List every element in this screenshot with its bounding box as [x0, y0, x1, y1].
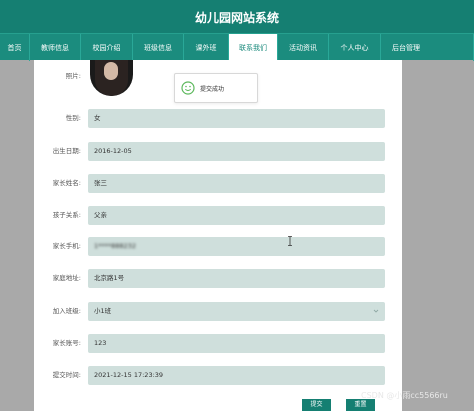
site-header: 幼儿园网站系统 首页 教师信息 校园介绍 班级信息 课外班 联系我们 活动资讯 … [0, 0, 474, 61]
account-field[interactable]: 123 [88, 334, 385, 353]
relationship-field[interactable]: 父亲 [88, 206, 385, 225]
smile-icon [181, 81, 195, 95]
parent-name-label: 家长姓名: [52, 179, 81, 187]
nav-item-home[interactable]: 首页 [0, 34, 30, 61]
nav-item-news[interactable]: 活动资讯 [278, 34, 329, 61]
form-row-class: 加入班级: 小1班 [34, 302, 402, 321]
gender-label: 性别: [65, 114, 81, 122]
form-row-account: 家长账号: 123 [34, 334, 402, 353]
account-label: 家长账号: [52, 339, 81, 347]
parent-name-field[interactable]: 张三 [88, 174, 385, 193]
success-toast: 提交成功 [174, 73, 258, 103]
submit-button[interactable]: 提交 [302, 399, 331, 411]
form-row-birthdate: 出生日期: 2016-12-05 [34, 142, 402, 161]
nav-item-contact[interactable]: 联系我们 [229, 34, 278, 61]
form-row-submit-time: 提交时间: 2021-12-15 17:23:39 [34, 366, 402, 385]
text-cursor-icon [288, 236, 292, 246]
form-row-address: 家庭地址: 北京路1号 [34, 269, 402, 288]
gender-field[interactable]: 女 [88, 109, 385, 128]
site-title: 幼儿园网站系统 [194, 11, 279, 25]
parent-phone-label: 家长手机: [52, 242, 81, 250]
birthdate-field[interactable]: 2016-12-05 [88, 142, 385, 161]
form-row-relationship: 孩子关系: 父亲 [34, 206, 402, 225]
chevron-down-icon [373, 309, 379, 313]
nav-item-classes[interactable]: 班级信息 [133, 34, 184, 61]
class-select-value: 小1班 [94, 307, 112, 315]
address-field[interactable]: 北京路1号 [88, 269, 385, 288]
submit-time-field[interactable]: 2021-12-15 17:23:39 [88, 366, 385, 385]
submit-time-label: 提交时间: [52, 371, 81, 379]
address-label: 家庭地址: [52, 274, 81, 282]
nav-item-campus[interactable]: 校园介绍 [81, 34, 133, 61]
form-row-parent-name: 家长姓名: 张三 [34, 174, 402, 193]
nav-item-teachers[interactable]: 教师信息 [30, 34, 81, 61]
relationship-label: 孩子关系: [52, 211, 81, 219]
watermark: CSDN @小雨cc5566ru [361, 391, 448, 400]
nav-item-profile[interactable]: 个人中心 [329, 34, 381, 61]
photo-label: 照片: [65, 72, 81, 80]
class-select[interactable]: 小1班 [88, 302, 385, 321]
birthdate-label: 出生日期: [52, 147, 81, 155]
parent-phone-field[interactable]: 1****888232 [88, 237, 385, 256]
nav-item-extracurricular[interactable]: 课外班 [184, 34, 229, 61]
toast-message: 提交成功 [200, 85, 225, 93]
form-row-parent-phone: 家长手机: 1****888232 [34, 237, 402, 256]
parent-phone-value: 1****888232 [94, 242, 136, 250]
main-nav: 首页 教师信息 校园介绍 班级信息 课外班 联系我们 活动资讯 个人中心 后台管… [0, 33, 474, 61]
form-row-gender: 性别: 女 [34, 109, 402, 128]
class-label: 加入班级: [52, 307, 81, 315]
nav-item-admin[interactable]: 后台管理 [381, 34, 474, 61]
